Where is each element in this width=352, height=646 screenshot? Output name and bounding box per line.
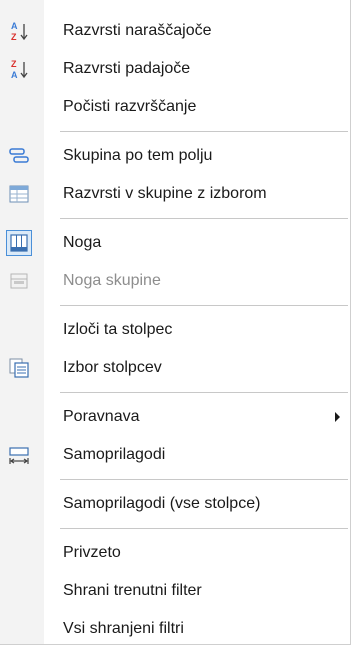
best-fit-icon [8,444,30,466]
footer-icon [8,232,30,254]
group-footer-icon [8,270,30,292]
menu-item-label: Razvrsti padajoče [63,60,191,77]
menu-item-remove-column[interactable]: Izloči ta stolpec [0,313,350,347]
menu-item-clear-sorting[interactable]: Počisti razvrščanje [0,90,350,124]
menu-separator [60,479,348,480]
menu-item-label: Razvrsti naraščajoče [63,22,212,39]
menu-item-group-by-box[interactable]: Razvrsti v skupine z izborom [0,177,350,211]
menu-item-group-by-field[interactable]: Skupina po tem polju [0,139,350,173]
group-by-icon [8,145,30,167]
menu-item-group-footer: Noga skupine [0,264,350,298]
menu-item-best-fit[interactable]: Samoprilagodi [0,438,350,472]
menu-item-save-filter[interactable]: Shrani trenutni filter [0,574,350,608]
group-panel-icon [8,183,30,205]
menu-item-label: Počisti razvrščanje [63,98,197,115]
submenu-arrow-icon [335,412,340,422]
menu-item-alignment[interactable]: Poravnava [0,400,350,434]
menu-item-label: Izbor stolpcev [63,359,162,376]
svg-text:Z: Z [11,32,17,42]
menu-item-label: Poravnava [63,408,140,425]
menu-item-label: Razvrsti v skupine z izborom [63,185,267,202]
menu-item-footer[interactable]: Noga [0,226,350,260]
column-chooser-icon [8,357,30,379]
menu-item-label: Izloči ta stolpec [63,321,173,338]
svg-text:A: A [11,70,18,80]
sort-ascending-icon: A Z [8,20,30,42]
menu-item-column-chooser[interactable]: Izbor stolpcev [0,351,350,385]
column-context-menu: A Z Razvrsti naraščajoče Z A Razvrsti pa… [0,0,351,645]
menu-separator [60,218,348,219]
menu-item-label: Skupina po tem polju [63,147,213,164]
menu-item-label: Samoprilagodi [63,446,166,463]
menu-separator [60,528,348,529]
menu-item-all-saved-filters[interactable]: Vsi shranjeni filtri [0,612,350,646]
menu-item-label: Samoprilagodi (vse stolpce) [63,495,261,512]
svg-text:A: A [11,21,18,31]
menu-item-label: Privzeto [63,544,121,561]
svg-text:Z: Z [11,59,17,69]
menu-item-default[interactable]: Privzeto [0,536,350,570]
menu-item-sort-ascending[interactable]: A Z Razvrsti naraščajoče [0,14,350,48]
menu-separator [60,392,348,393]
sort-descending-icon: Z A [8,58,30,80]
menu-item-best-fit-all[interactable]: Samoprilagodi (vse stolpce) [0,487,350,521]
menu-item-label: Noga [63,234,102,251]
menu-separator [60,131,348,132]
menu-item-sort-descending[interactable]: Z A Razvrsti padajoče [0,52,350,86]
menu-item-label: Vsi shranjeni filtri [63,620,184,637]
menu-item-label: Shrani trenutni filter [63,582,202,599]
menu-item-label: Noga skupine [63,272,161,289]
menu-separator [60,305,348,306]
